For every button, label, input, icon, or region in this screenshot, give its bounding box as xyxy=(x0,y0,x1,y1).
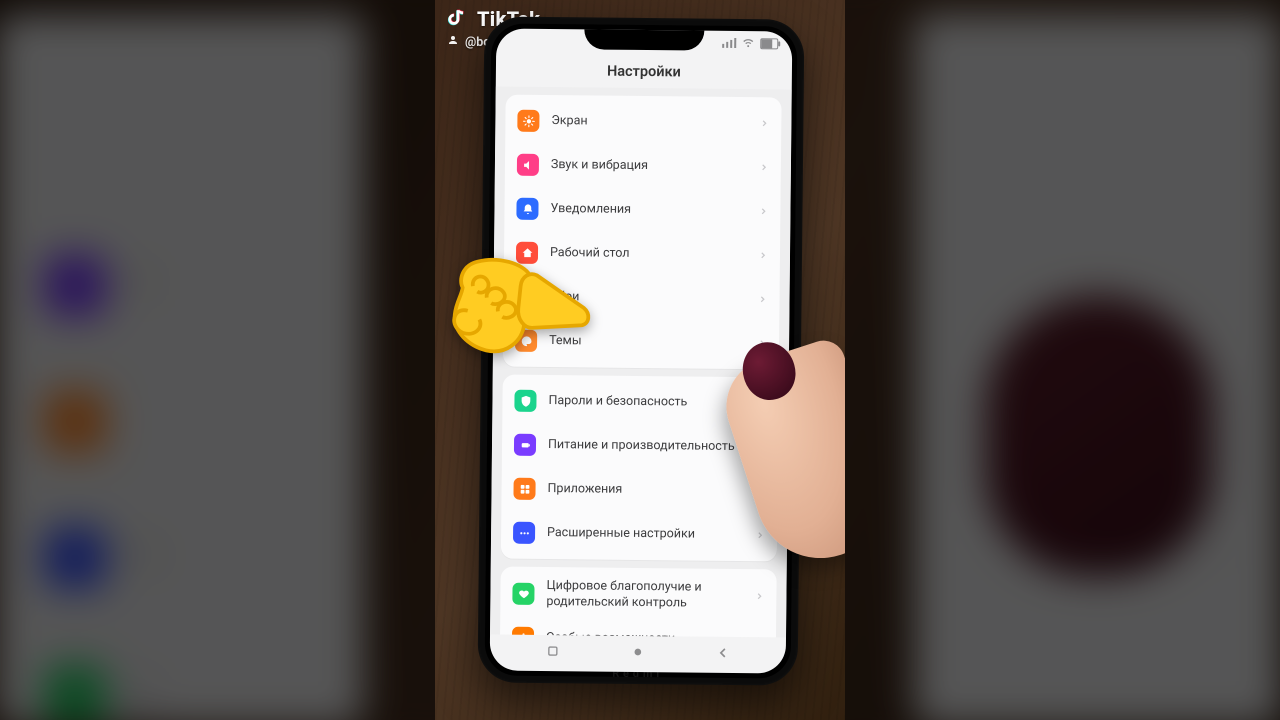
chevron-right-icon xyxy=(759,162,769,172)
chevron-right-icon xyxy=(759,118,769,128)
settings-label: Питание и производительность xyxy=(548,437,744,455)
chevron-right-icon xyxy=(758,250,768,260)
chevron-right-icon xyxy=(756,442,766,452)
settings-label: Обои xyxy=(549,289,745,307)
settings-row-advanced[interactable]: Расширенные настройки xyxy=(501,511,777,558)
chevron-right-icon xyxy=(757,338,767,348)
chevron-right-icon xyxy=(758,206,768,216)
wifi-icon xyxy=(742,36,754,51)
video-frame: Пі Ра Ціро і TikTok @boss.blondie xyxy=(0,0,1280,720)
settings-row-display[interactable]: Экран xyxy=(505,99,781,146)
settings-label: Пароли и безопасность xyxy=(548,393,744,411)
chevron-right-icon xyxy=(754,591,764,601)
phone-device: Redmi Настройки Экран xyxy=(478,16,805,685)
settings-label: Звук и вибрация xyxy=(551,157,747,175)
settings-label: Цифровое благополучие и родительский кон… xyxy=(546,578,742,611)
chevron-right-icon xyxy=(757,294,767,304)
settings-label: Рабочий стол xyxy=(550,245,746,263)
settings-label: Приложения xyxy=(547,481,743,499)
battery-icon xyxy=(514,434,536,456)
settings-group: Пароли и безопасность Питание и производ… xyxy=(501,375,779,562)
chevron-right-icon xyxy=(754,635,764,637)
settings-group: Экран Звук и вибрация Уведомления xyxy=(503,95,782,370)
display-icon xyxy=(517,110,539,132)
nav-home-button[interactable] xyxy=(616,640,660,664)
chevron-right-icon xyxy=(755,530,765,540)
phone-notch xyxy=(584,28,704,50)
android-navbar xyxy=(490,636,786,667)
page-title: Настройки xyxy=(496,52,792,89)
settings-row-security[interactable]: Пароли и безопасность xyxy=(502,379,778,426)
chevron-right-icon xyxy=(756,398,766,408)
phone-screen: Настройки Экран Звук и вибрация xyxy=(490,28,793,673)
signal-icon xyxy=(722,38,737,48)
settings-row-home[interactable]: Рабочий стол xyxy=(504,231,780,278)
letterbox-right xyxy=(845,0,1280,720)
settings-row-battery[interactable]: Питание и производительность xyxy=(502,423,778,470)
settings-row-wallpaper[interactable]: Обои xyxy=(503,275,779,322)
settings-row-wellbeing[interactable]: Цифровое благополучие и родительский кон… xyxy=(500,571,776,619)
settings-label: Экран xyxy=(551,113,747,131)
themes-icon xyxy=(515,330,537,352)
home-icon xyxy=(516,242,538,264)
battery-icon xyxy=(760,38,778,49)
nav-recent-button[interactable] xyxy=(531,639,575,663)
apps-icon xyxy=(513,478,535,500)
notifications-icon xyxy=(516,198,538,220)
tiktok-logo-icon xyxy=(447,6,469,32)
advanced-icon xyxy=(513,522,535,544)
settings-row-notifications[interactable]: Уведомления xyxy=(504,187,780,234)
settings-row-accessibility[interactable]: Особые возможности xyxy=(500,616,776,638)
security-icon xyxy=(514,390,536,412)
nav-back-button[interactable] xyxy=(701,641,745,665)
settings-row-apps[interactable]: Приложения xyxy=(501,467,777,514)
settings-row-themes[interactable]: Темы xyxy=(503,319,779,366)
wellbeing-icon xyxy=(512,582,534,604)
wallpaper-icon xyxy=(515,286,537,308)
settings-label: Расширенные настройки xyxy=(547,525,743,543)
settings-label: Уведомления xyxy=(550,201,746,219)
sound-icon xyxy=(517,154,539,176)
video-column: TikTok @boss.blondie Redmi Настройки xyxy=(435,0,845,720)
letterbox-left xyxy=(0,0,435,720)
settings-label: Темы xyxy=(549,333,745,351)
settings-content: Экран Звук и вибрация Уведомления xyxy=(490,86,792,637)
user-icon xyxy=(447,34,459,50)
settings-row-sound[interactable]: Звук и вибрация xyxy=(505,143,781,190)
chevron-right-icon xyxy=(755,486,765,496)
settings-group: Цифровое благополучие и родительский кон… xyxy=(500,567,777,638)
